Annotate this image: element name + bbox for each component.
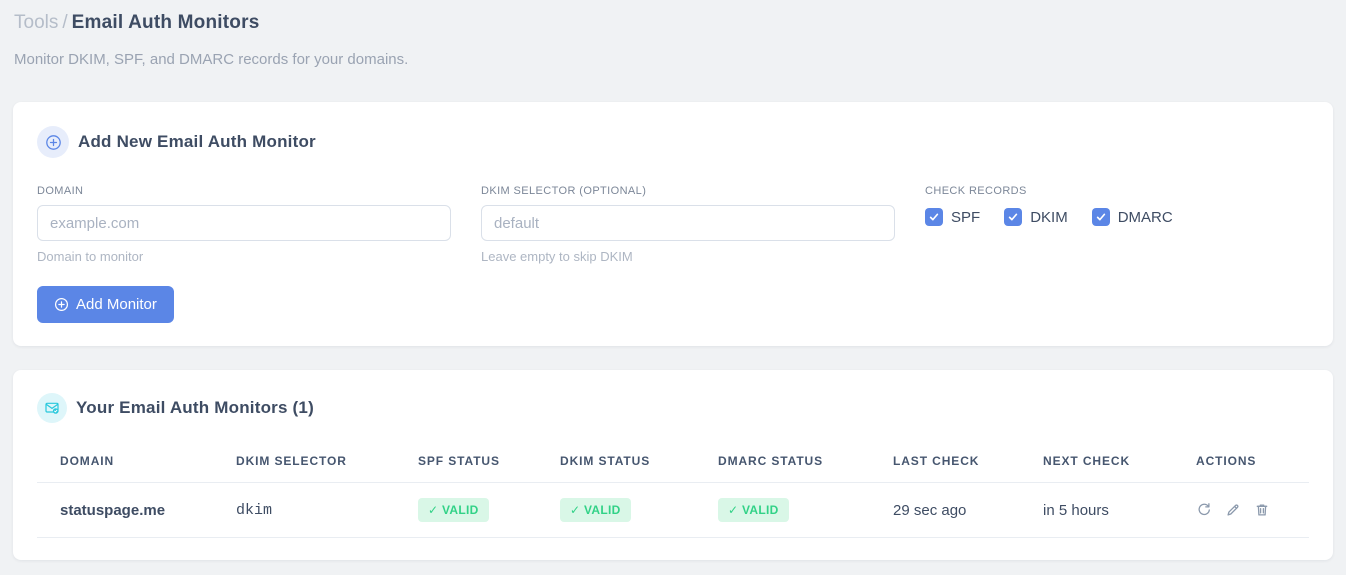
monitors-table: DOMAIN DKIM SELECTOR SPF STATUS DKIM STA… — [37, 442, 1309, 538]
check-records-row: SPF DKIM DMARC — [925, 208, 1309, 226]
col-header-dmarc-status: DMARC STATUS — [695, 442, 870, 483]
page-title: Email Auth Monitors — [71, 12, 260, 33]
domain-input[interactable] — [37, 205, 451, 241]
monitor-domain: statuspage.me — [37, 482, 213, 538]
dmarc-status-badge: ✓ VALID — [718, 498, 789, 522]
spf-status-badge: ✓ VALID — [418, 498, 489, 522]
breadcrumb-separator: / — [62, 12, 68, 33]
email-check-icon — [37, 393, 67, 423]
table-header-row: DOMAIN DKIM SELECTOR SPF STATUS DKIM STA… — [37, 442, 1309, 483]
monitor-last-check: 29 sec ago — [870, 482, 1020, 538]
edit-button[interactable] — [1225, 502, 1241, 518]
add-monitor-button[interactable]: Add Monitor — [37, 286, 174, 323]
monitor-dkim-selector: dkim — [213, 482, 395, 538]
col-header-next-check: NEXT CHECK — [1020, 442, 1173, 483]
dkim-selector-field-group: DKIM SELECTOR (OPTIONAL) Leave empty to … — [481, 185, 895, 264]
domain-field-group: DOMAIN Domain to monitor — [37, 185, 451, 264]
dmarc-checkbox-label: DMARC — [1117, 208, 1173, 226]
dkim-status-badge: ✓ VALID — [560, 498, 631, 522]
col-header-dkim-status: DKIM STATUS — [537, 442, 695, 483]
check-records-group: CHECK RECORDS SPF DKIM DMARC — [925, 185, 1309, 264]
delete-icon — [1256, 504, 1268, 516]
dkim-checkbox-label: DKIM — [1030, 208, 1068, 226]
breadcrumb: Tools / Email Auth Monitors — [14, 11, 1332, 35]
row-actions — [1196, 502, 1301, 518]
domain-field-label: DOMAIN — [37, 185, 84, 197]
page-subtitle: Monitor DKIM, SPF, and DMARC records for… — [14, 51, 409, 68]
edit-icon — [1227, 504, 1239, 516]
col-header-domain: DOMAIN — [37, 442, 213, 483]
dkim-selector-field-label: DKIM SELECTOR (OPTIONAL) — [481, 185, 647, 197]
page-header: Tools / Email Auth Monitors Monitor DKIM, … — [0, 0, 1346, 68]
col-header-last-check: LAST CHECK — [870, 442, 1020, 483]
col-header-actions: ACTIONS — [1173, 442, 1309, 483]
delete-button[interactable] — [1254, 502, 1270, 518]
breadcrumb-section[interactable]: Tools — [14, 12, 58, 33]
add-monitor-card-header: Add New Email Auth Monitor — [37, 126, 1309, 158]
spf-checkbox[interactable] — [925, 208, 943, 226]
add-monitor-card: Add New Email Auth Monitor DOMAIN Domain… — [13, 102, 1333, 346]
add-monitor-button-label: Add Monitor — [76, 296, 157, 313]
col-header-dkim-selector: DKIM SELECTOR — [213, 442, 395, 483]
refresh-button[interactable] — [1196, 502, 1212, 518]
domain-field-helper: Domain to monitor — [37, 249, 144, 264]
spf-checkbox-label: SPF — [951, 208, 981, 226]
monitor-next-check: in 5 hours — [1020, 482, 1173, 538]
dmarc-checkbox[interactable] — [1091, 208, 1110, 226]
dkim-checkbox-item[interactable]: DKIM — [1004, 208, 1068, 226]
dmarc-checkbox-item[interactable]: DMARC — [1091, 208, 1173, 226]
spf-checkbox-item[interactable]: SPF — [925, 208, 980, 226]
monitors-card: Your Email Auth Monitors (1) DOMAIN DKIM… — [13, 370, 1333, 560]
refresh-icon — [1198, 503, 1210, 516]
dkim-selector-field-helper: Leave empty to skip DKIM — [481, 249, 633, 264]
table-row: statuspage.me dkim ✓ VALID ✓ VALID ✓ VAL… — [37, 482, 1309, 538]
plus-circle-icon — [37, 126, 69, 158]
dkim-selector-input[interactable] — [481, 205, 895, 241]
add-monitor-card-title: Add New Email Auth Monitor — [78, 132, 316, 151]
dkim-checkbox[interactable] — [1004, 208, 1023, 226]
check-records-label: CHECK RECORDS — [925, 185, 1027, 197]
monitors-card-header: Your Email Auth Monitors (1) — [13, 393, 1333, 423]
plus-circle-icon — [54, 297, 69, 312]
add-monitor-form: DOMAIN Domain to monitor DKIM SELECTOR (… — [37, 185, 1309, 264]
col-header-spf-status: SPF STATUS — [395, 442, 537, 483]
monitors-card-title: Your Email Auth Monitors (1) — [76, 398, 314, 417]
